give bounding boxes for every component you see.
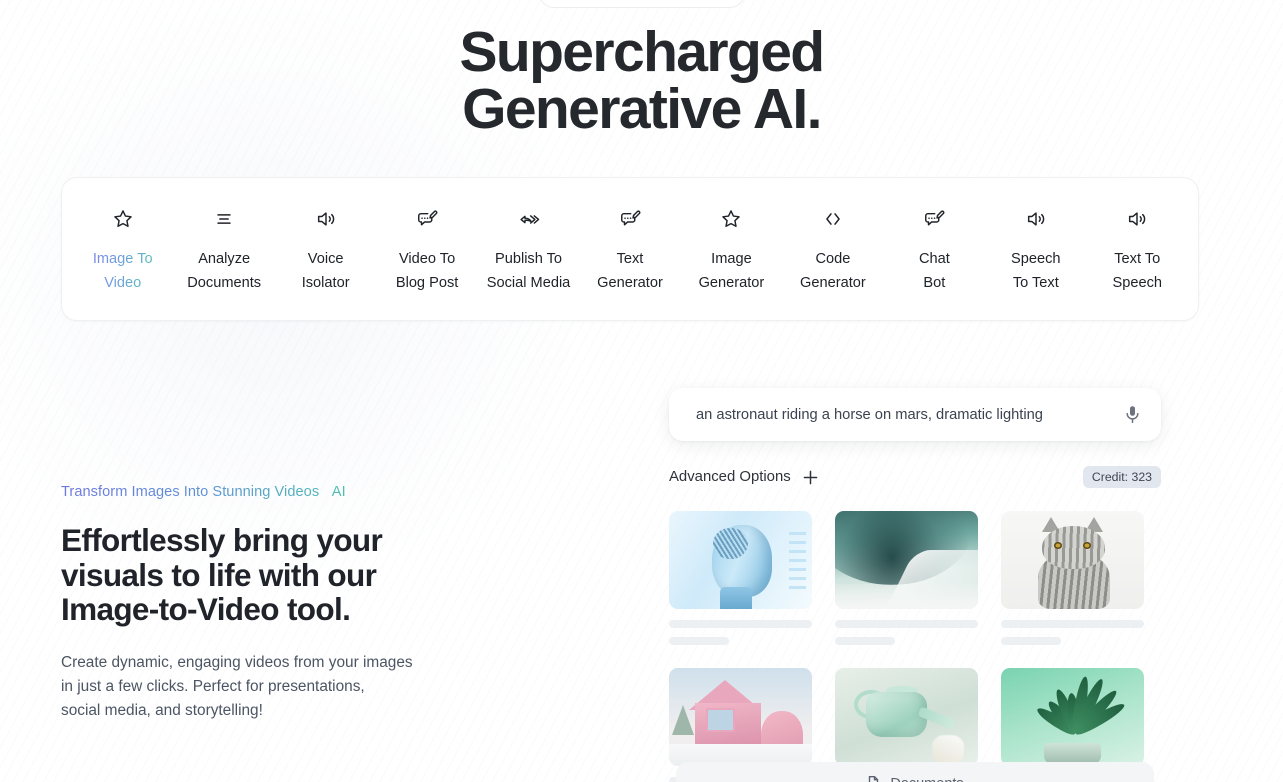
options-row: Advanced Options Credit: 323 (669, 464, 1161, 490)
credit-badge: Credit: 323 (1083, 466, 1161, 488)
chat-pencil-icon (619, 206, 641, 232)
result-card[interactable] (1001, 511, 1144, 645)
star-icon (720, 206, 742, 232)
speaker-icon (1126, 206, 1148, 232)
skeleton-line-primary (669, 620, 812, 628)
hero-section: Supercharged Generative AI. (0, 24, 1283, 138)
prompt-search-bar[interactable]: an astronaut riding a horse on mars, dra… (669, 388, 1161, 441)
chat-pencil-icon (923, 206, 945, 232)
hero-title-line-2: Generative AI. (462, 77, 821, 141)
search-input[interactable]: an astronaut riding a horse on mars, dra… (696, 407, 1117, 423)
speaker-icon (1025, 206, 1047, 232)
skeleton-line-primary (835, 620, 978, 628)
advanced-options-label: Advanced Options (669, 469, 791, 485)
green-potted-plant-image (1001, 668, 1144, 766)
star-icon (112, 206, 134, 232)
tab-label: Text To Speech (1113, 248, 1163, 295)
results-grid (669, 511, 1161, 782)
result-thumbnail[interactable] (1001, 668, 1144, 766)
page-title: Supercharged Generative AI. (0, 24, 1283, 138)
tab-label: Image Generator (699, 248, 765, 295)
tab-voice-isolator[interactable]: Voice Isolator (275, 206, 376, 295)
hero-title-line-1: Supercharged (459, 20, 823, 84)
tab-analyze-documents[interactable]: Analyze Documents (173, 206, 274, 295)
tab-label: Voice Isolator (302, 248, 350, 295)
tab-label: Chat Bot (919, 248, 950, 295)
promo-subcopy: Create dynamic, engaging videos from you… (61, 651, 521, 723)
skeleton-line-secondary (1001, 637, 1061, 645)
tab-speech-to-text[interactable]: Speech To Text (985, 206, 1086, 295)
promo-eyebrow-tag: AI (332, 484, 346, 500)
result-thumbnail[interactable] (669, 511, 812, 609)
lines-icon (213, 206, 235, 232)
abstract-teal-horizon-image (835, 511, 978, 609)
result-card[interactable] (835, 511, 978, 645)
advanced-options-toggle[interactable]: Advanced Options (669, 469, 819, 486)
speaker-icon (315, 206, 337, 232)
tab-image-to-video[interactable]: Image To Video (72, 206, 173, 295)
promo-eyebrow-separator: • (323, 484, 328, 500)
app-root: Supercharged Generative AI. Image To Vide… (0, 0, 1283, 782)
skeleton-line-secondary (669, 637, 729, 645)
microphone-icon[interactable] (1119, 402, 1145, 428)
ai-robot-head-image (669, 511, 812, 609)
tab-publish-to-social-media[interactable]: Publish To Social Media (478, 206, 579, 295)
result-thumbnail[interactable] (835, 668, 978, 766)
promo-column: Transform Images Into Stunning Videos • … (61, 482, 521, 723)
tabby-cat-image (1001, 511, 1144, 609)
tab-image-generator[interactable]: Image Generator (681, 206, 782, 295)
tab-text-to-speech[interactable]: Text To Speech (1087, 206, 1188, 295)
tab-label: Speech To Text (1011, 248, 1061, 295)
share-arrows-icon (518, 206, 540, 232)
tab-label: Code Generator (800, 248, 866, 295)
chat-pencil-icon (416, 206, 438, 232)
mint-watering-can-image (835, 668, 978, 766)
result-thumbnail[interactable] (1001, 511, 1144, 609)
top-pill-badge[interactable] (539, 0, 745, 8)
documents-panel-icon (866, 775, 881, 782)
promo-eyebrow-main: Transform Images Into Stunning Videos (61, 484, 319, 500)
result-thumbnail[interactable] (835, 511, 978, 609)
skeleton-line-primary (1001, 620, 1144, 628)
tab-label: Publish To Social Media (487, 248, 571, 295)
pink-snowy-house-image (669, 668, 812, 766)
tab-label: Image To Video (93, 248, 153, 295)
angle-brackets-icon (822, 206, 844, 232)
result-card[interactable] (669, 511, 812, 645)
tab-code-generator[interactable]: Code Generator (782, 206, 883, 295)
promo-eyebrow: Transform Images Into Stunning Videos • … (61, 482, 346, 502)
tab-label: Analyze Documents (187, 248, 261, 295)
result-thumbnail[interactable] (669, 668, 812, 766)
tab-text-generator[interactable]: Text Generator (579, 206, 680, 295)
generator-panel: an astronaut riding a horse on mars, dra… (669, 388, 1161, 782)
documents-panel-label: Documents (890, 776, 963, 782)
skeleton-line-secondary (835, 637, 895, 645)
tab-video-to-blog-post[interactable]: Video To Blog Post (376, 206, 477, 295)
tab-chat-bot[interactable]: Chat Bot (884, 206, 985, 295)
plus-icon[interactable] (802, 469, 819, 486)
promo-headline: Effortlessly bring your visuals to life … (61, 523, 521, 627)
tool-tab-bar: Image To Video Analyze Documents Voice Iso… (61, 177, 1199, 321)
documents-panel[interactable]: Documents (676, 762, 1154, 782)
tab-label: Video To Blog Post (396, 248, 458, 295)
tab-label: Text Generator (597, 248, 663, 295)
